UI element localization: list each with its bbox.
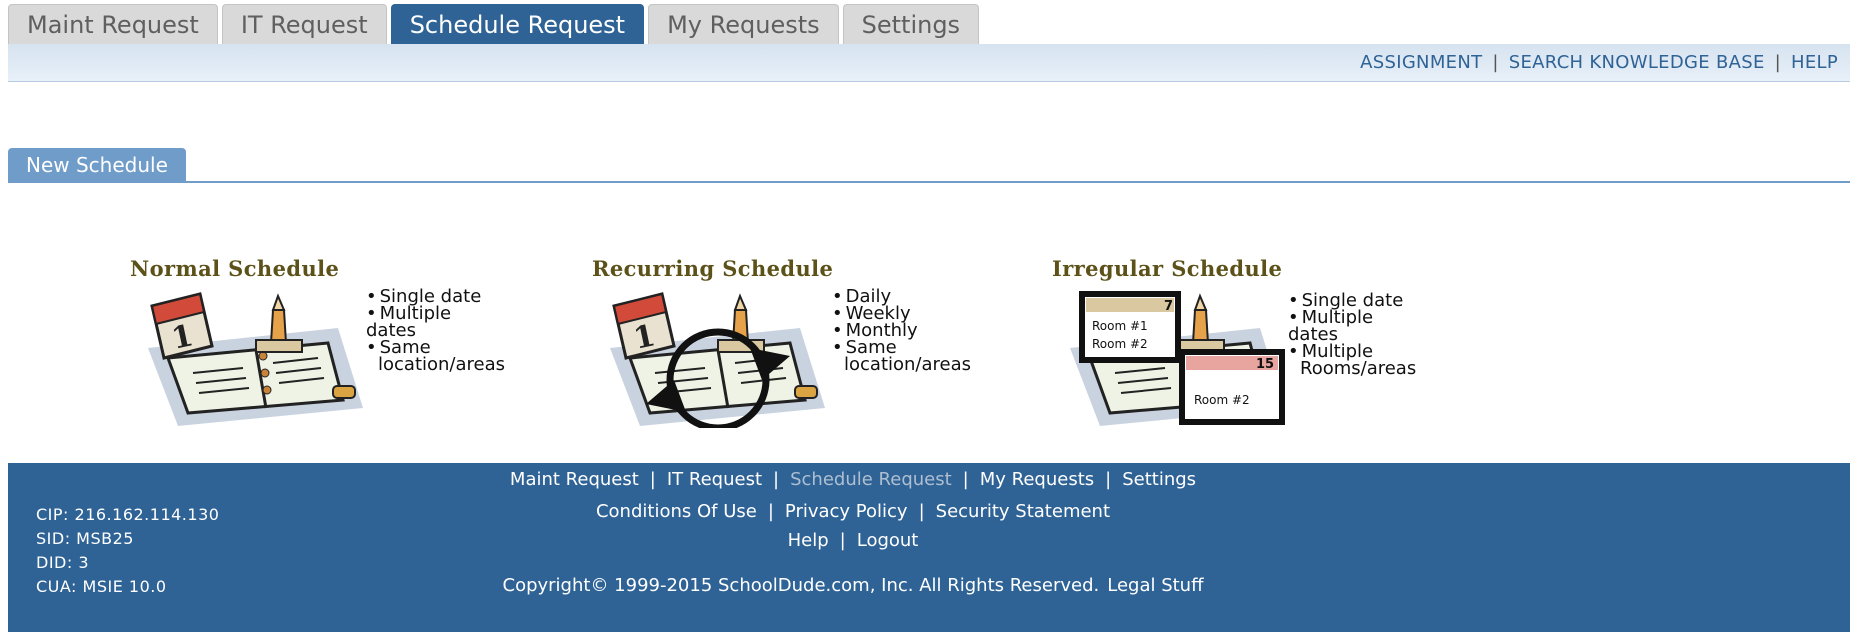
tab-settings[interactable]: Settings [842,4,980,44]
day-number-label: 7 [1164,299,1173,314]
footer-link-maint-request[interactable]: Maint Request [510,469,639,490]
footer-link-it-request[interactable]: IT Request [667,469,762,490]
irregular-rooms-icon[interactable]: 7 Room #1 Room #2 15 Room #2 [1060,288,1290,428]
help-link[interactable]: HELP [1791,52,1838,73]
room-label: Room #2 [1194,393,1250,407]
list-item-continuation: location/areas [378,354,506,375]
tab-it-request[interactable]: IT Request [221,4,387,44]
normal-schedule-title[interactable]: Normal Schedule [130,256,339,281]
privacy-policy-link[interactable]: Privacy Policy [785,501,908,522]
footer-link-schedule-request[interactable]: Schedule Request [790,469,952,490]
copyright-row: Copyright© 1999-2015 SchoolDude.com, Inc… [0,575,1774,596]
list-item: Multiple dates [366,305,505,340]
legal-stuff-link[interactable]: Legal Stuff [1107,575,1203,596]
copyright-text: Copyright© 1999-2015 SchoolDude.com, Inc… [502,575,1100,596]
footer-link-settings[interactable]: Settings [1122,469,1196,490]
calendar-book-icon[interactable]: 1 [138,288,368,428]
footer: CIP: 216.162.114.130 SID: MSB25 DID: 3 C… [8,463,1850,632]
assignment-link[interactable]: ASSIGNMENT [1360,52,1482,73]
day-number-label: 15 [1256,357,1274,372]
tab-schedule-request[interactable]: Schedule Request [390,4,645,44]
footer-help-link[interactable]: Help [788,530,829,551]
tab-my-requests[interactable]: My Requests [648,4,839,44]
normal-schedule-features: Single date Multiple dates Same location… [366,288,506,375]
recurring-schedule-option[interactable]: Recurring Schedule 1 Daily Weekly Monthl… [592,256,971,428]
top-link-bar: ASSIGNMENT | SEARCH KNOWLEDGE BASE | HEL… [8,44,1850,82]
normal-schedule-option[interactable]: Normal Schedule 1 Single date Multiple d… [130,256,505,426]
room-label: Room #1 [1092,319,1148,333]
recurring-schedule-title[interactable]: Recurring Schedule [592,256,833,281]
irregular-schedule-option[interactable]: Irregular Schedule 7 Room #1 Room #2 15 … [1052,256,1416,426]
recurring-calendar-icon[interactable]: 1 [600,288,830,428]
tab-maint-request[interactable]: Maint Request [8,4,218,44]
list-item: Multiple dates [1288,309,1416,344]
list-item-continuation: Rooms/areas [1300,358,1417,379]
footer-legal-links: Conditions Of Use | Privacy Policy | Sec… [0,501,1774,522]
room-label: Room #2 [1092,337,1148,351]
search-knowledge-base-link[interactable]: SEARCH KNOWLEDGE BASE [1509,52,1765,73]
separator: | [767,501,774,522]
district-id: DID: 3 [36,553,90,572]
irregular-schedule-features: Single date Multiple dates Multiple Room… [1288,292,1417,379]
conditions-of-use-link[interactable]: Conditions Of Use [596,501,757,522]
main-tab-bar: Maint Request IT Request Schedule Reques… [8,4,980,44]
separator: | [1774,52,1781,73]
footer-account-links: Help | Logout [0,530,1774,551]
separator: | [649,469,656,490]
separator: | [918,501,925,522]
logout-link[interactable]: Logout [857,530,919,551]
list-item-continuation: location/areas [844,354,972,375]
tab-new-schedule[interactable]: New Schedule [8,148,186,182]
security-statement-link[interactable]: Security Statement [936,501,1110,522]
separator: | [1492,52,1499,73]
separator: | [773,469,780,490]
recurring-schedule-features: Daily Weekly Monthly Same location/areas [832,288,972,375]
irregular-schedule-title[interactable]: Irregular Schedule [1052,256,1282,281]
separator: | [962,469,969,490]
footer-link-my-requests[interactable]: My Requests [980,469,1094,490]
separator: | [839,530,846,551]
top-links: ASSIGNMENT | SEARCH KNOWLEDGE BASE | HEL… [1360,52,1838,73]
separator: | [1105,469,1112,490]
section-divider [8,181,1850,183]
footer-nav: Maint Request | IT Request | Schedule Re… [0,469,1774,490]
